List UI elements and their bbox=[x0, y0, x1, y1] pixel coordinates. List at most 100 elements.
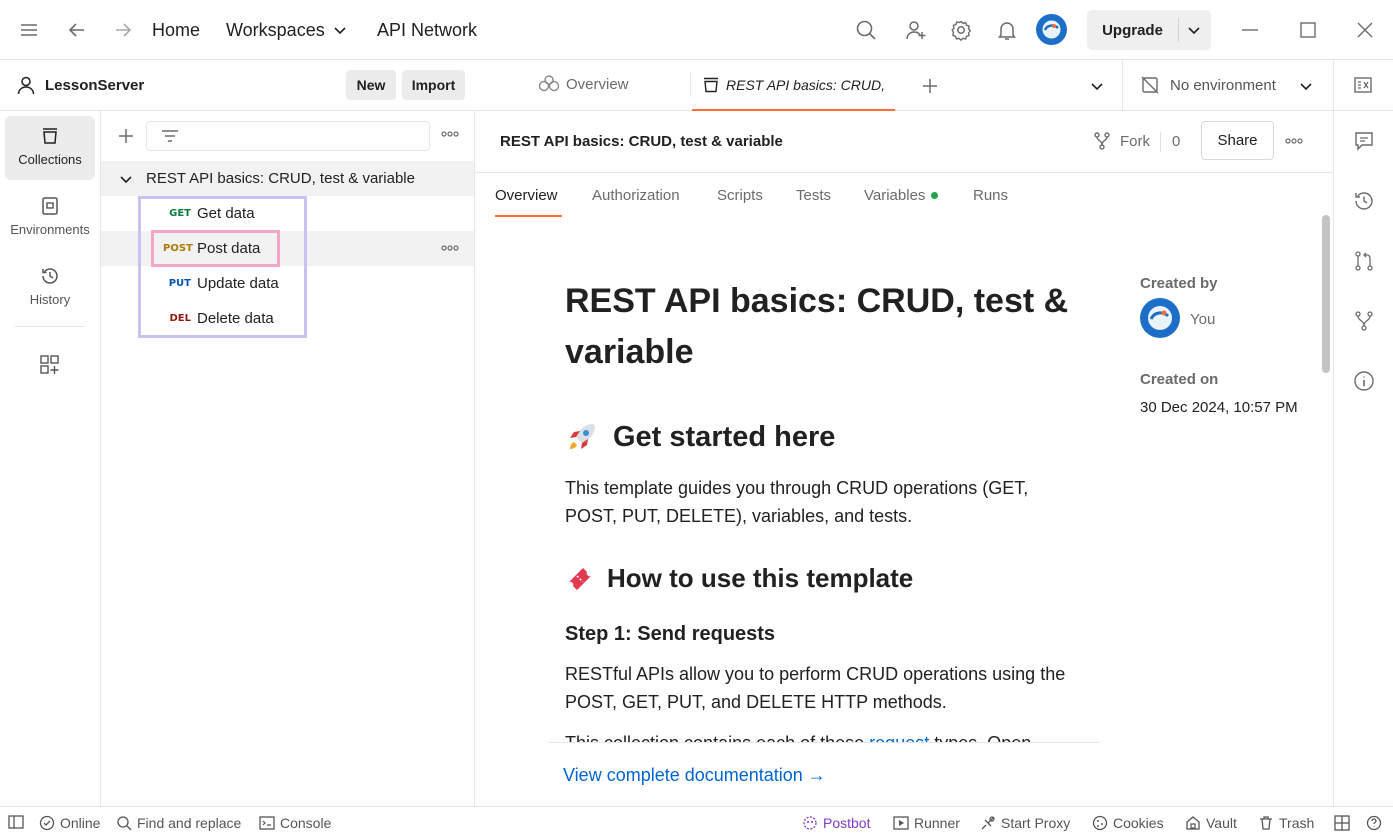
new-tab-plus-icon[interactable] bbox=[921, 77, 939, 95]
environment-selector[interactable]: No environment bbox=[1140, 75, 1276, 95]
fork-button[interactable]: Fork bbox=[1092, 131, 1150, 151]
check-circle-icon bbox=[39, 815, 55, 831]
collection-row[interactable]: REST API basics: CRUD, test & variable bbox=[101, 161, 474, 196]
runner-label: Runner bbox=[914, 815, 960, 831]
new-button[interactable]: New bbox=[346, 70, 396, 100]
doc-paragraph-2: RESTful APIs allow you to perform CRUD o… bbox=[565, 664, 1066, 712]
trash-button[interactable]: Trash bbox=[1258, 815, 1314, 831]
rail-item-history[interactable]: History bbox=[5, 256, 95, 320]
more-options-icon[interactable] bbox=[441, 129, 459, 139]
workspaces-dropdown[interactable]: Workspaces bbox=[226, 19, 347, 41]
help-icon[interactable] bbox=[1366, 815, 1382, 831]
search-icon bbox=[117, 816, 132, 831]
start-proxy-button[interactable]: Start Proxy bbox=[980, 815, 1070, 831]
find-replace-button[interactable]: Find and replace bbox=[116, 815, 241, 831]
divider bbox=[15, 326, 85, 327]
pull-requests-icon[interactable] bbox=[1353, 250, 1375, 272]
add-icon[interactable] bbox=[117, 127, 135, 145]
toggle-sidebar-icon[interactable] bbox=[8, 815, 24, 829]
doc-heading-how-to: How to use this template bbox=[565, 563, 1085, 594]
ticket-icon bbox=[569, 567, 591, 590]
back-arrow-icon[interactable] bbox=[67, 20, 87, 40]
postbot-button[interactable]: Postbot bbox=[802, 815, 870, 831]
doc-fade-container: This collection contains each of these r… bbox=[548, 726, 1100, 742]
doc-p3-start: This collection contains each of these bbox=[565, 733, 869, 742]
cookies-button[interactable]: Cookies bbox=[1092, 815, 1164, 831]
layout-toggle-icon[interactable] bbox=[1334, 815, 1350, 831]
request-link[interactable]: request bbox=[869, 733, 929, 742]
request-more-options-icon[interactable] bbox=[441, 243, 459, 253]
filter-input[interactable] bbox=[146, 121, 430, 151]
import-button[interactable]: Import bbox=[402, 70, 465, 100]
method-badge: PUT bbox=[168, 278, 191, 289]
no-environment-icon bbox=[1141, 76, 1159, 94]
tabs-overflow-chevron-icon[interactable] bbox=[1090, 79, 1104, 93]
divider bbox=[1178, 18, 1179, 42]
console-icon bbox=[259, 816, 275, 830]
rail-item-collections[interactable]: Collections bbox=[5, 116, 95, 180]
minimize-icon[interactable] bbox=[1240, 20, 1260, 40]
invite-user-icon[interactable] bbox=[905, 19, 927, 41]
runner-button[interactable]: Runner bbox=[893, 815, 960, 831]
start-proxy-label: Start Proxy bbox=[1001, 815, 1071, 831]
vault-button[interactable]: Vault bbox=[1185, 815, 1237, 831]
upgrade-chevron-down-icon[interactable] bbox=[1187, 23, 1201, 37]
info-icon[interactable] bbox=[1353, 370, 1375, 392]
more-options-icon[interactable] bbox=[1285, 136, 1303, 146]
environment-chevron-down-icon[interactable] bbox=[1299, 79, 1313, 93]
comments-icon[interactable] bbox=[1353, 130, 1375, 152]
close-icon[interactable] bbox=[1355, 20, 1375, 40]
request-update-data[interactable]: PUT Update data bbox=[101, 266, 474, 301]
request-label: Get data bbox=[197, 205, 255, 222]
environment-quick-look-icon[interactable] bbox=[1353, 75, 1373, 95]
tab-overview-label: Overview bbox=[566, 75, 629, 93]
changelog-history-icon[interactable] bbox=[1353, 190, 1375, 212]
menu-icon[interactable] bbox=[19, 21, 39, 39]
add-widget-icon[interactable] bbox=[39, 354, 61, 376]
collection-overview-panel: REST API basics: CRUD, test & variable F… bbox=[475, 111, 1333, 806]
share-button[interactable]: Share bbox=[1201, 121, 1274, 160]
request-post-data[interactable]: POST Post data bbox=[101, 231, 474, 266]
method-badge: POST bbox=[163, 243, 193, 254]
avatar[interactable] bbox=[1036, 14, 1067, 45]
notification-bell-icon[interactable] bbox=[996, 19, 1018, 41]
subtab-overview[interactable]: Overview bbox=[495, 187, 558, 204]
maximize-icon[interactable] bbox=[1298, 20, 1318, 40]
doc-p3-end: types. Open bbox=[929, 733, 1031, 742]
collections-icon bbox=[704, 77, 718, 92]
subtab-variables[interactable]: Variables bbox=[864, 187, 939, 204]
forks-icon[interactable] bbox=[1353, 310, 1375, 332]
settings-gear-icon[interactable] bbox=[950, 19, 972, 41]
workspace-name[interactable]: LessonServer bbox=[45, 77, 144, 94]
vault-label: Vault bbox=[1206, 815, 1237, 831]
collections-sidebar: REST API basics: CRUD, test & variable G… bbox=[101, 111, 475, 806]
scrollbar-thumb[interactable] bbox=[1322, 215, 1330, 373]
subtab-scripts[interactable]: Scripts bbox=[717, 187, 763, 204]
collection-header-title: REST API basics: CRUD, test & variable bbox=[500, 133, 783, 150]
home-link[interactable]: Home bbox=[152, 19, 200, 41]
divider bbox=[475, 172, 1333, 173]
created-by-value[interactable]: You bbox=[1190, 311, 1215, 328]
postbot-label: Postbot bbox=[823, 815, 871, 831]
request-get-data[interactable]: GET Get data bbox=[101, 196, 474, 231]
forward-arrow-icon[interactable] bbox=[113, 20, 133, 40]
chevron-down-icon bbox=[120, 175, 132, 183]
console-button[interactable]: Console bbox=[259, 815, 331, 831]
view-documentation-link[interactable]: View complete documentation → bbox=[563, 765, 826, 786]
request-label: Delete data bbox=[197, 310, 274, 327]
doc-paragraph-3: This collection contains each of these r… bbox=[565, 729, 1031, 742]
request-label: Post data bbox=[197, 240, 261, 257]
tab-active-collection[interactable]: REST API basics: CRUD, bbox=[692, 60, 895, 111]
rail-item-environments[interactable]: Environments bbox=[5, 186, 95, 250]
online-status[interactable]: Online bbox=[39, 815, 100, 831]
subtab-authorization[interactable]: Authorization bbox=[592, 187, 680, 204]
subtab-tests[interactable]: Tests bbox=[796, 187, 831, 204]
api-network-link[interactable]: API Network bbox=[377, 19, 477, 41]
tab-overview[interactable]: Overview bbox=[538, 75, 629, 93]
subtab-runs[interactable]: Runs bbox=[973, 187, 1008, 204]
collections-icon bbox=[43, 128, 57, 144]
search-icon[interactable] bbox=[855, 19, 877, 41]
right-sidebar bbox=[1333, 111, 1393, 806]
request-delete-data[interactable]: DEL Delete data bbox=[101, 301, 474, 336]
upgrade-button[interactable]: Upgrade bbox=[1087, 10, 1178, 50]
